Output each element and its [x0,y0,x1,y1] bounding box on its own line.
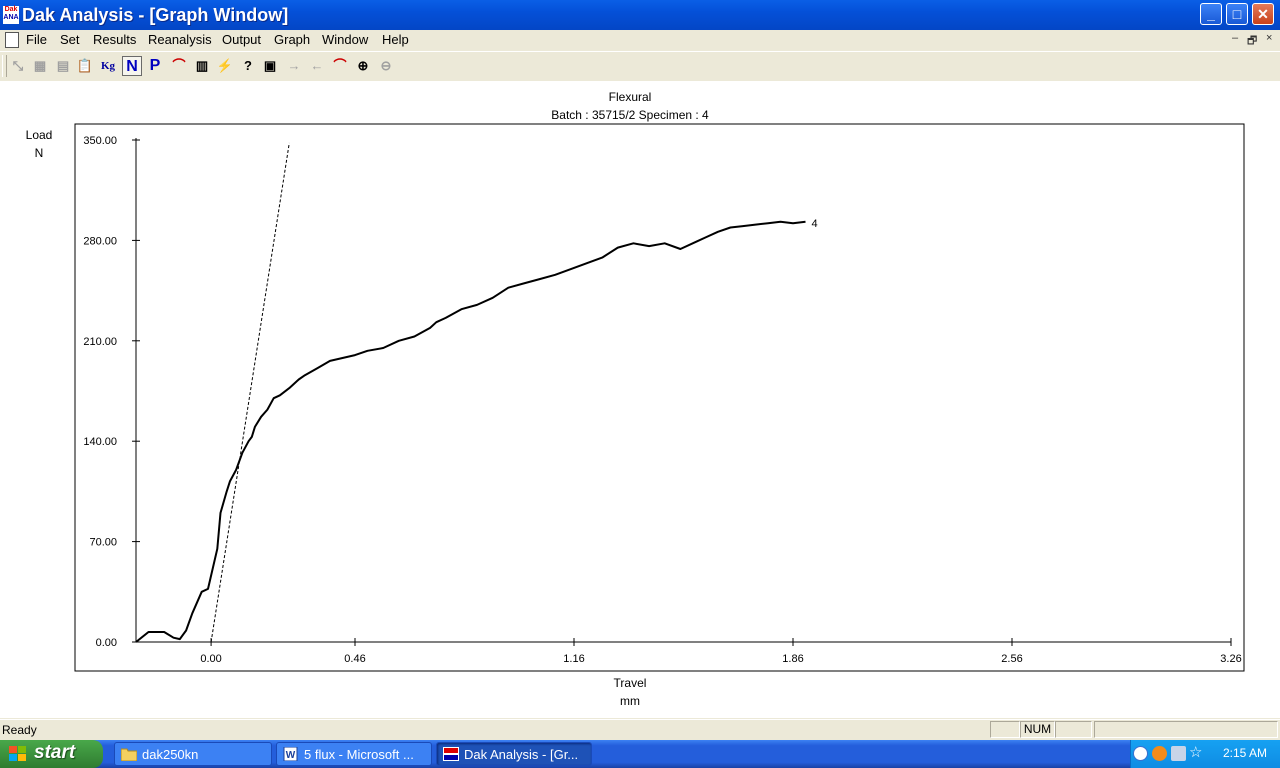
x-tick-label: 1.16 [563,653,584,665]
dak-app-icon[interactable]: Dak ANA [3,6,19,24]
graph-window: Flexural Batch : 35715/2 Specimen : 4 Lo… [0,81,1280,718]
y-tick-label: 280.00 [83,235,117,247]
taskbar-label: dak250kn [142,747,199,762]
lightning-icon[interactable]: ⚡ [215,56,235,76]
windows-logo-icon [9,746,26,761]
menu-file[interactable]: File [26,32,47,47]
arrow-left-icon[interactable]: ← [307,56,327,76]
chart-subtitle: Batch : 35715/2 Specimen : 4 [551,108,709,122]
svg-text:W: W [286,750,296,761]
chart-title: Flexural [609,90,652,104]
window-title: Dak Analysis - [Graph Window] [22,5,289,25]
menu-help[interactable]: Help [382,32,409,47]
menu-reanalysis[interactable]: Reanalysis [148,32,212,47]
newton-units[interactable]: N [122,56,142,76]
document-icon[interactable] [5,32,19,48]
calc-icon[interactable]: ▤ [53,56,73,76]
folder-icon [121,748,137,761]
status-panel-3 [1055,721,1092,738]
menu-bar: File Set Results Reanalysis Output Graph… [0,30,1280,50]
network-tray-icon[interactable] [1171,746,1186,761]
start-button[interactable]: start [0,740,103,768]
mdi-close-button[interactable]: × [1266,32,1272,44]
menu-output[interactable]: Output [222,32,261,47]
y-axis-unit: N [35,146,44,160]
status-bar: Ready NUM [0,719,1280,741]
curve-icon[interactable]: ⌒ [169,56,189,76]
photo-icon[interactable]: ▣ [260,56,280,76]
dak-app-icon [443,747,459,761]
flexural-chart[interactable]: Flexural Batch : 35715/2 Specimen : 4 Lo… [0,81,1280,718]
status-text: Ready [2,723,37,737]
taskbar-button-dak250kn[interactable]: dak250kn [114,742,272,766]
orange-tray-icon[interactable] [1152,746,1167,761]
p-units[interactable]: P [145,56,165,76]
start-label: start [34,742,76,763]
menu-graph[interactable]: Graph [274,32,310,47]
y-tick-label: 210.00 [83,336,117,348]
system-tray: ☆ 2:15 AM [1130,740,1280,768]
minimize-button[interactable]: _ [1200,3,1222,25]
maximize-button[interactable]: □ [1226,3,1248,25]
title-bar: Dak ANA Dak Analysis - [Graph Window] _ … [0,0,1280,30]
taskbar-button-dak-analysis[interactable]: Dak Analysis - [Gr... [436,742,592,766]
taskbar-label: Dak Analysis - [Gr... [464,747,579,762]
status-panel-1 [990,721,1020,738]
x-axis-label: Travel [614,676,647,690]
clock: 2:15 AM [1222,746,1267,760]
overlay-curves-icon[interactable]: ⌒ [330,56,350,76]
x-tick-label: 1.86 [782,653,803,665]
collapse-arrow-icon[interactable] [1133,746,1148,761]
toolbar-grip[interactable] [2,55,7,77]
star-tray-icon[interactable]: ☆ [1189,745,1204,760]
close-button[interactable]: ✕ [1252,3,1274,25]
taskbar-label: 5 flux - Microsoft ... [304,747,414,762]
status-panel-4 [1094,721,1278,738]
arrow-right-icon[interactable]: → [284,56,304,76]
menu-window[interactable]: Window [322,32,368,47]
taskbar-button-word[interactable]: W 5 flux - Microsoft ... [276,742,432,766]
y-tick-label: 350.00 [83,135,117,147]
mdi-minimize-button[interactable]: – [1232,32,1238,44]
zoom-in-icon[interactable]: ⊕ [353,56,373,76]
menu-set[interactable]: Set [60,32,80,47]
x-axis-unit: mm [620,694,640,708]
mdi-restore-button[interactable]: 🗗 [1247,32,1257,51]
y-tick-label: 70.00 [89,537,117,549]
menu-results[interactable]: Results [93,32,136,47]
specimen-label: 4 [812,218,818,230]
y-axis-label: Load [26,128,53,142]
x-tick-label: 3.26 [1220,653,1241,665]
status-panel-num: NUM [1020,721,1055,738]
zoom-fit-icon[interactable]: ⤡ [8,56,28,76]
plot-frame [74,123,1245,672]
toolbar: ⤡ ▦ ▤ 📋 Kg N P ⌒ ▥ ⚡? ▣ → ← ⌒ ⊕ ⊖ [0,51,1280,82]
x-tick-label: 0.00 [200,653,221,665]
taskbar: start dak250kn W 5 flux - Microsoft ... … [0,740,1280,768]
copy-icon[interactable]: 📋 [75,56,95,76]
word-document-icon: W [283,747,298,761]
zoom-out-icon[interactable]: ⊖ [376,56,396,76]
x-tick-label: 0.46 [344,653,365,665]
y-tick-label: 0.00 [96,637,117,649]
kg-units[interactable]: Kg [98,56,118,76]
chart-data-icon[interactable]: ▥ [192,56,212,76]
help-pointer-icon[interactable]: ? [238,56,258,76]
x-tick-label: 2.56 [1001,653,1022,665]
y-tick-label: 140.00 [83,436,117,448]
zoom-region-icon[interactable]: ▦ [30,56,50,76]
